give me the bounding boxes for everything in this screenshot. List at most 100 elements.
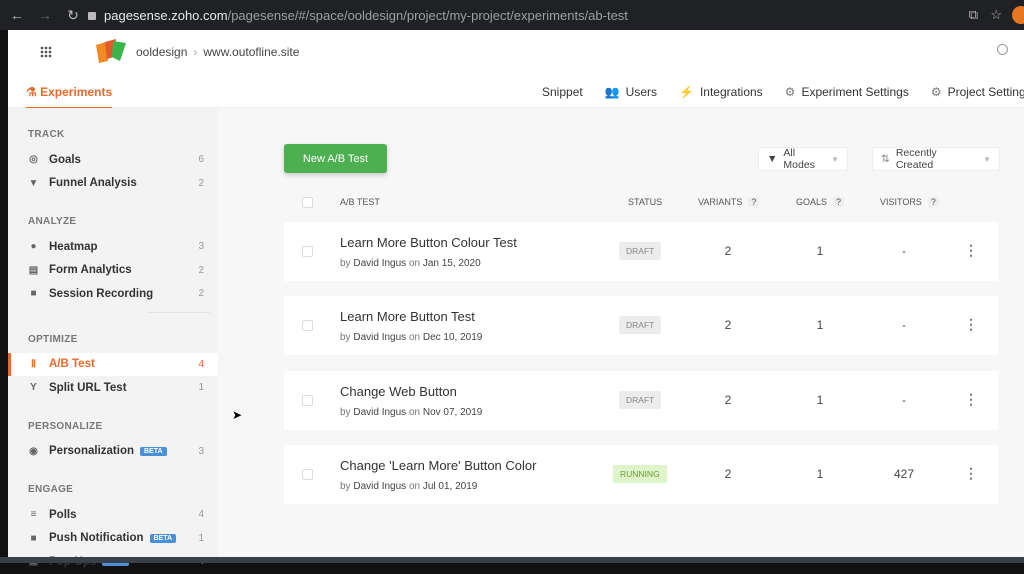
table-row[interactable]: Change 'Learn More' Button Color by Davi… [284,444,998,504]
poll-icon: ≡ [30,509,37,521]
item-count: 3 [198,241,204,253]
star-icon[interactable]: ☆ [990,7,1002,23]
visitors-count: - [902,392,906,407]
experiment-meta: by David Ingus on Jan 15, 2020 [340,258,481,269]
beta-badge: BETA [140,446,167,456]
table-row[interactable]: Learn More Button Test by David Ingus on… [284,296,998,356]
sidebar-section-title: ENGAGE [28,484,74,495]
sidebar-item-session-recording[interactable]: ■ Session Recording 2 [8,282,218,306]
header-tabs: Snippet 👥 Users ⚡ Integrations ⚙ Experiment Se… [536,85,1024,99]
item-count: 2 [198,264,204,276]
mouse-cursor: ➤ [232,408,243,422]
visitors-count: - [902,244,906,258]
sidebar-item-goals[interactable]: ◎ Goals 6 [8,148,218,172]
camera-icon: ■ [30,288,37,300]
help-icon[interactable]: ? [927,197,939,207]
table-row[interactable]: Learn More Button Colour Test by David I… [284,222,998,281]
sidebar-item-personalization[interactable]: ◉ Personalization BETA 3 [8,440,218,464]
tab-integrations[interactable]: ⚡ Integrations [679,85,763,99]
lock-icon [88,11,96,20]
sidebar-item-polls[interactable]: ≡ Polls 4 [8,503,218,527]
new-ab-test-button[interactable]: New A/B Test [284,144,387,173]
more-options-icon[interactable]: ⋮ [964,242,978,259]
tab-project-settings[interactable]: ⚙ Project Settings [931,85,1024,99]
item-count: 3 [198,445,204,457]
experiment-title[interactable]: Learn More Button Colour Test [340,235,517,250]
experiment-meta: by David Ingus on Nov 07, 2019 [340,406,483,418]
variants-count: 2 [724,318,732,333]
column-header-name[interactable]: A/B TEST [340,197,380,207]
tab-snippet[interactable]: Snippet [536,85,583,99]
item-count: 1 [198,532,204,544]
select-all-checkbox[interactable] [302,197,313,208]
row-checkbox[interactable] [302,320,313,332]
reload-icon[interactable]: ↻ [62,7,84,24]
sort-icon: ⇅ [881,153,890,165]
table-row[interactable]: Change Web Button by David Ingus on Nov … [284,370,998,430]
sidebar-item-heatmap[interactable]: ● Heatmap 3 [8,235,218,259]
breadcrumb-site[interactable]: www.outofline.site [203,45,299,59]
help-icon[interactable]: ? [748,197,760,207]
goals-count: 1 [816,392,824,407]
more-options-icon[interactable]: ⋮ [964,465,978,482]
gear-icon: ⚙ [784,85,796,99]
more-options-icon[interactable]: ⋮ [964,316,978,333]
item-count: 4 [198,509,204,521]
filter-icon: ▼ [767,153,778,165]
bell-icon: ■ [30,532,37,544]
goals-count: 1 [816,466,824,481]
users-icon: 👥 [604,85,620,99]
experiment-title[interactable]: Learn More Button Test [340,309,475,324]
tab-experiment-settings[interactable]: ⚙ Experiment Settings [785,85,909,99]
sidebar-section-title: ANALYZE [28,216,77,227]
item-count: 6 [198,154,204,166]
sidebar: TRACK ◎ Goals 6 ▼ Funnel Analysis 2 ANALYZE ● Hea… [8,108,218,568]
forward-icon[interactable]: → [34,7,56,23]
status-badge: DRAFT [619,390,662,409]
sidebar-item-funnel-analysis[interactable]: ▼ Funnel Analysis 2 [8,172,218,196]
sidebar-item-a-b-test[interactable]: Ⅱ A/B Test 4 [8,352,218,376]
target-icon: ◎ [29,154,38,166]
help-icon[interactable]: ? [833,197,845,207]
experiment-meta: by David Ingus on Dec 10, 2019 [340,332,483,344]
experiment-title[interactable]: Change Web Button [340,384,457,399]
goals-count: 1 [816,318,824,333]
address-bar[interactable]: pagesense.zoho.com/pagesense/#/space/ool… [88,5,958,26]
chevron-down-icon: ▼ [831,154,839,164]
sidebar-item-push-notification[interactable]: ■ Push Notification BETA 1 [8,527,218,551]
goals-count: 1 [816,244,824,258]
taskbar [0,557,1024,563]
search-icon[interactable] [997,44,1008,55]
breadcrumb-workspace[interactable]: ooldesign [136,45,187,59]
ab-icon: Ⅱ [31,358,36,370]
item-count: 4 [198,358,204,370]
more-options-icon[interactable]: ⋮ [964,391,978,408]
sidebar-section-title: TRACK [28,129,65,140]
profile-avatar[interactable] [1012,6,1024,24]
sidebar-item-form-analytics[interactable]: ▤ Form Analytics 2 [8,259,218,283]
column-header-status: STATUS [628,197,663,207]
sidebar-item-split-url-test[interactable]: Y Split URL Test 1 [8,376,218,400]
tab-users[interactable]: 👥 Users [605,85,657,99]
beta-badge: BETA [149,533,177,543]
tab-experiments[interactable]: ⚗ Experiments [26,85,113,109]
app-header: ooldesign › www.outofline.site ⚗ Experimen… [8,30,1024,109]
browser-toolbar: ← → ↻ pagesense.zoho.com/pagesense/#/spa… [0,0,1024,30]
apps-grid-icon[interactable] [40,46,52,58]
column-header-variants: VARIANTS? [698,197,760,207]
status-badge: DRAFT [619,316,662,335]
visitors-count: 427 [894,466,915,481]
translate-icon[interactable]: ⧉ [969,7,978,23]
row-checkbox[interactable] [302,394,313,406]
bolt-icon: ⚡ [679,85,694,99]
pagesense-logo [96,39,126,63]
variants-count: 2 [724,244,732,258]
row-checkbox[interactable] [302,246,313,257]
sidebar-section-title: OPTIMIZE [28,333,78,345]
mode-filter-dropdown[interactable]: ▼ All Modes ▼ [758,147,848,171]
row-checkbox[interactable] [302,468,313,480]
sort-dropdown[interactable]: ⇅ Recently Created ▼ [872,147,1000,171]
back-icon[interactable]: ← [6,7,28,23]
person-icon: ◉ [29,445,38,457]
experiment-title[interactable]: Change 'Learn More' Button Color [340,458,536,473]
